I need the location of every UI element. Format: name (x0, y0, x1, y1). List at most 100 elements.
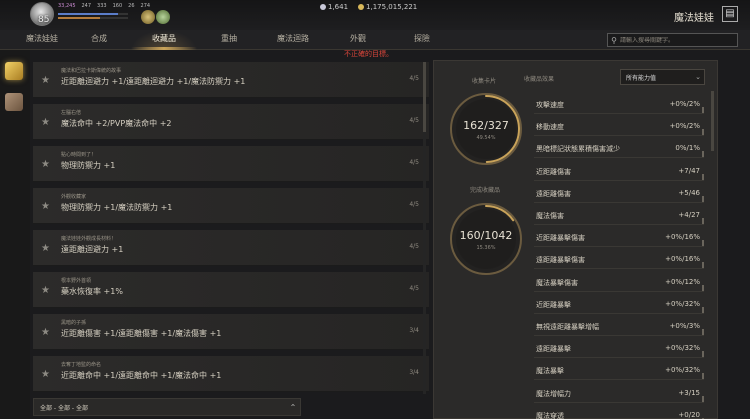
page-title: 魔法娃娃 (674, 13, 714, 24)
sidebar (0, 50, 30, 419)
stat-value: 26 (128, 3, 135, 9)
tab-magic-doll[interactable]: 魔法娃娃 (26, 33, 58, 44)
panel-scrollbar[interactable] (711, 91, 714, 151)
buff-icon[interactable] (141, 10, 155, 24)
stat-value: +0%/16% (665, 233, 700, 242)
book-collection-icon[interactable] (5, 93, 23, 111)
collection-summary-panel: 收集卡片 162/327 49.54% 完成收藏品 160/1042 15.36… (433, 60, 718, 419)
tab-magic-circuit[interactable]: 魔法迴路 (277, 33, 309, 44)
stat-row: 遠距離傷害 +5/46 (534, 183, 704, 203)
tab-appearance[interactable]: 外觀 (350, 33, 366, 44)
category-filter[interactable]: 全部 - 全部 - 全部 ⌃ (33, 398, 301, 416)
stat-value: +0%/32% (665, 366, 700, 375)
favorite-star-icon[interactable]: ★ (41, 243, 50, 254)
stat-row: 魔法傷害 +4/27 (534, 205, 704, 225)
book-icon[interactable]: ▤ (722, 6, 738, 22)
stat-row-marker (702, 395, 704, 402)
stat-row: 魔法暴擊傷害 +0%/12% (534, 272, 704, 292)
diamond-amount: 1,641 (328, 3, 349, 11)
stat-name: 魔法暴擊 (536, 367, 564, 376)
favorite-star-icon[interactable]: ★ (41, 285, 50, 296)
tab-collection[interactable]: 收藏品 (152, 33, 176, 44)
stat-filter-dropdown[interactable]: 所有能力值 ⌄ (620, 69, 705, 85)
hp-bar (58, 13, 128, 15)
item-title: 去奪丁地監的命名 (61, 362, 102, 368)
stat-value: +0%/32% (665, 344, 700, 353)
completed-value: 160/1042 (459, 229, 513, 242)
item-effect: 遠距離迴避力 +1 (61, 245, 124, 254)
collection-item[interactable]: ★ 根本野外首領 藥水恢復率 +1% 4/5 (33, 272, 429, 308)
stat-row-marker (702, 329, 704, 335)
search-input[interactable] (620, 36, 737, 44)
stat-hp: 33,245 (58, 3, 76, 9)
favorite-star-icon[interactable]: ★ (41, 327, 50, 338)
collection-item[interactable]: ★ 魔法和巴拉卡斯偉統的故事 近距離迴避力 +1/遠距離迴避力 +1/魔法防禦力… (33, 62, 429, 98)
diamond-currency: 1,641 (320, 3, 348, 11)
stat-row-marker (702, 351, 704, 358)
favorite-star-icon[interactable]: ★ (41, 201, 50, 212)
favorite-star-icon[interactable]: ★ (41, 369, 50, 380)
collection-item[interactable]: ★ 外觀收藏家 物理防禦力 +1/魔法防禦力 +1 4/5 (33, 188, 429, 224)
favorite-star-icon[interactable]: ★ (41, 159, 50, 170)
gold-currency: 1,175,015,221 (358, 3, 417, 11)
buff-icon[interactable] (156, 10, 170, 24)
stat-name: 魔法傷害 (536, 212, 564, 220)
stat-value: +0%/2% (669, 100, 700, 108)
item-title: 外觀收藏家 (61, 194, 87, 200)
stat-value: 0%/1% (675, 144, 700, 153)
collection-item[interactable]: ★ 黑暗的子孫 近距離傷害 +1/遠距離傷害 +1/魔法傷害 +1 3/4 (33, 314, 429, 350)
tab-bar: 魔法娃娃 合成 收藏品 重抽 魔法迴路 外觀 探險 ⚲ (0, 30, 750, 50)
completed-caption: 完成收藏品 (470, 187, 501, 194)
stat-row-marker (702, 284, 704, 291)
collection-item[interactable]: ★ 點心時間到了！ 物理防禦力 +1 4/5 (33, 146, 429, 182)
card-collection-icon[interactable] (5, 62, 23, 80)
item-title: 根本野外首領 (61, 278, 92, 284)
active-tab-indicator (131, 47, 197, 50)
stat-name: 遠距離暴擊傷害 (536, 256, 585, 265)
tab-reroll[interactable]: 重抽 (221, 33, 237, 44)
collection-item[interactable]: ★ 左腦右倍 魔法命中 +2/PVP魔法命中 +2 4/5 (33, 104, 429, 140)
item-progress: 4/5 (409, 201, 419, 208)
scroll-thumb[interactable] (423, 62, 426, 132)
stat-row-marker (702, 373, 704, 380)
item-progress: 4/5 (409, 159, 419, 166)
stat-row-marker (702, 151, 704, 158)
item-progress: 4/5 (409, 285, 419, 292)
chevron-up-icon: ⌃ (289, 402, 297, 412)
stat-name: 遠距離傷害 (536, 189, 571, 198)
cards-value: 162/327 (463, 119, 509, 132)
stat-value: +0%/12% (665, 277, 700, 286)
collection-item[interactable]: ★ 魔法娃娃外觀成長材料！ 遠距離迴避力 +1 4/5 (33, 230, 429, 266)
stat-name: 黑暗標記狀態累積傷害減少 (536, 145, 620, 154)
stat-row-marker (702, 262, 704, 269)
favorite-star-icon[interactable]: ★ (41, 75, 50, 86)
stat-name: 近距離傷害 (536, 167, 571, 176)
stat-row: 近距離暴擊 +0%/32% (534, 294, 704, 314)
item-effect: 近距離迴避力 +1/遠距離迴避力 +1/魔法防禦力 +1 (61, 77, 246, 86)
item-title: 魔法娃娃外觀成長材料！ (61, 236, 117, 242)
stat-name: 近距離暴擊傷害 (536, 234, 585, 243)
stat-row-marker (702, 218, 704, 224)
stat-row: 遠距離暴擊 +0%/32% (534, 338, 704, 359)
filter-label: 全部 - 全部 - 全部 (40, 404, 88, 412)
warning-message: 不正確的目標。 (344, 50, 393, 58)
list-scrollbar[interactable] (423, 62, 426, 394)
tab-exploration[interactable]: 探險 (414, 33, 430, 44)
dropdown-label: 所有能力值 (626, 74, 657, 82)
collection-item[interactable]: ★ 去奪丁地監的命名 近距離命中 +1/遠距離命中 +1/魔法命中 +1 3/4 (33, 356, 429, 392)
item-effect: 魔法命中 +2/PVP魔法命中 +2 (61, 119, 172, 128)
stat-name: 魔法穿透 (536, 411, 564, 419)
stat-row-marker (702, 107, 704, 113)
stat-value: +3/15 (678, 388, 700, 397)
item-effect: 近距離傷害 +1/遠距離傷害 +1/魔法傷害 +1 (61, 329, 222, 338)
completed-percent: 15.36% (476, 245, 496, 251)
stat-value: +0%/16% (665, 255, 700, 264)
character-level: 85 (38, 15, 50, 25)
stat-row: 魔法增幅力 +3/15 (534, 383, 704, 403)
stat-value: +5/46 (678, 188, 700, 197)
search-box[interactable]: ⚲ (607, 33, 738, 47)
favorite-star-icon[interactable]: ★ (41, 117, 50, 128)
tab-synthesis[interactable]: 合成 (91, 33, 107, 44)
collection-list: ★ 魔法和巴拉卡斯偉統的故事 近距離迴避力 +1/遠距離迴避力 +1/魔法防禦力… (33, 62, 429, 394)
exp-bar (58, 17, 128, 19)
